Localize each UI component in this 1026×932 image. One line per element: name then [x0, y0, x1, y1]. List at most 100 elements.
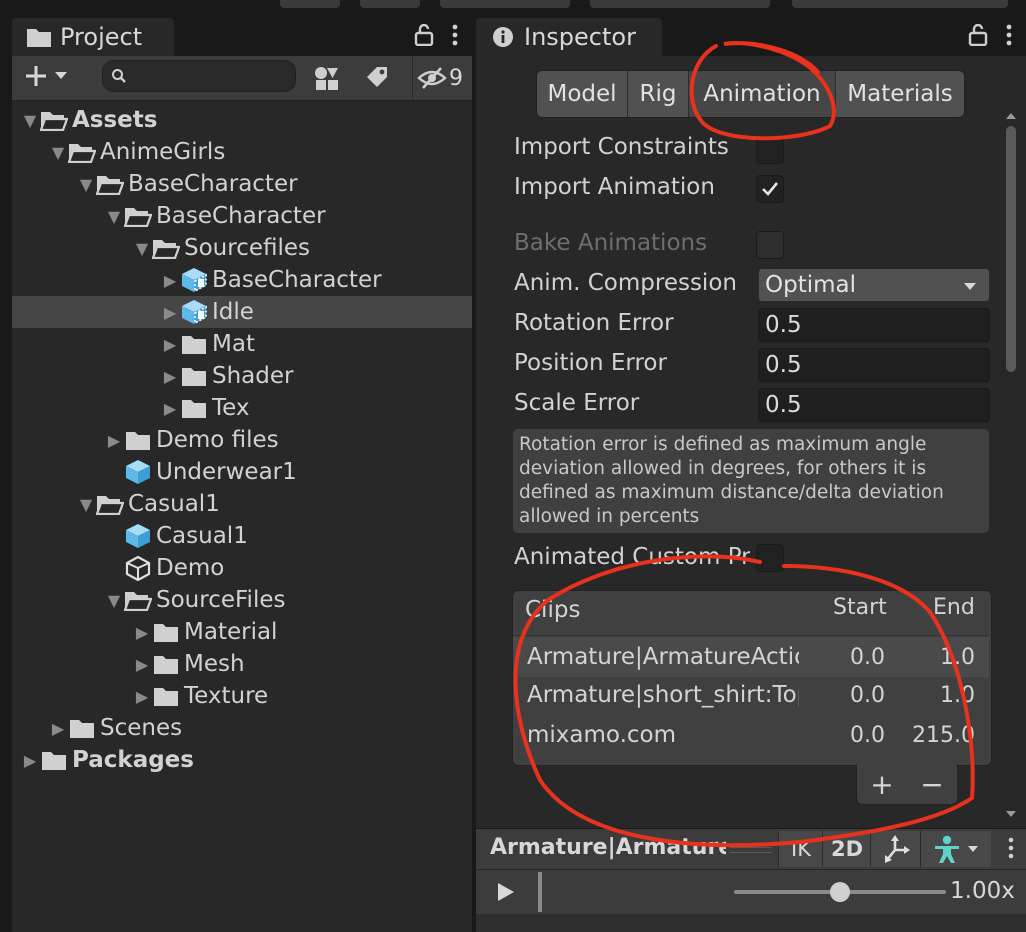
timeline-scrubber[interactable]	[538, 872, 542, 912]
import-settings-tabs: Model Rig Animation Materials	[536, 70, 965, 118]
play-button[interactable]	[478, 872, 534, 912]
scroll-down-icon[interactable]	[1005, 810, 1017, 818]
tree-item[interactable]: Demo	[12, 552, 472, 584]
kebab-menu-icon[interactable]	[1006, 24, 1012, 50]
create-plus-dropdown[interactable]	[24, 64, 68, 88]
tree-item[interactable]: ▼ AnimeGirls	[12, 136, 472, 168]
tree-item[interactable]: Underwear1	[12, 456, 472, 488]
filter-by-type-icon[interactable]	[312, 64, 340, 96]
collapsed-arrow-icon[interactable]: ▶	[160, 399, 180, 418]
move-pivot-icon	[885, 835, 910, 863]
folder-open-icon	[68, 139, 96, 165]
avatar-preview-dropdown[interactable]	[920, 831, 991, 867]
ik-toggle[interactable]: IK	[778, 831, 823, 867]
expanded-arrow-icon[interactable]: ▼	[48, 143, 68, 162]
pivot-toggle[interactable]	[870, 831, 921, 867]
tree-item[interactable]: ▶ Tex	[12, 392, 472, 424]
import-constraints-checkbox[interactable]	[756, 136, 784, 164]
filter-by-label-icon[interactable]	[364, 64, 390, 94]
rotation-error-label: Rotation Error	[514, 310, 674, 336]
tree-item[interactable]: ▶ Demo files	[12, 424, 472, 456]
tree-item[interactable]: ▼ Assets	[12, 104, 472, 136]
expanded-arrow-icon[interactable]: ▼	[76, 175, 96, 194]
clips-header: Clips Start End	[513, 591, 989, 629]
top-toolbar-button[interactable]	[590, 0, 770, 8]
collapsed-arrow-icon[interactable]: ▶	[132, 687, 152, 706]
tree-item-label: BaseCharacter	[212, 267, 382, 293]
tree-item[interactable]: ▶ Shader	[12, 360, 472, 392]
checkmark-icon	[762, 182, 779, 196]
expanded-arrow-icon[interactable]: ▼	[20, 111, 40, 130]
collapsed-arrow-icon[interactable]: ▶	[160, 335, 180, 354]
tree-item[interactable]: ▶ Material	[12, 616, 472, 648]
add-clip-button[interactable]: +	[870, 768, 893, 801]
search-input[interactable]	[102, 60, 296, 92]
tree-item[interactable]: ▶ Scenes	[12, 712, 472, 744]
folder-icon	[180, 363, 208, 389]
lock-icon[interactable]	[414, 23, 434, 50]
collapsed-arrow-icon[interactable]: ▶	[160, 271, 180, 290]
clip-row[interactable]: Armature|ArmatureActio 0.0 1.0	[513, 637, 989, 677]
clip-row[interactable]: Armature|short_shirt:Top 0.0 1.0	[513, 675, 989, 715]
speed-slider-knob[interactable]	[830, 882, 850, 902]
tab-inspector[interactable]: Inspector	[476, 18, 662, 56]
top-toolbar-button[interactable]	[440, 0, 570, 8]
folder-open-icon	[124, 203, 152, 229]
scroll-up-icon[interactable]	[1005, 112, 1017, 120]
position-error-field[interactable]: 0.5	[758, 348, 990, 382]
tab-model[interactable]: Model	[537, 71, 628, 117]
tree-item[interactable]: ▼ BaseCharacter	[12, 168, 472, 200]
playback-speed-slider[interactable]	[734, 882, 946, 902]
tab-project[interactable]: Project	[12, 18, 174, 56]
tree-item[interactable]: ▶ Mesh	[12, 648, 472, 680]
top-toolbar-button[interactable]	[280, 0, 340, 8]
tab-animation[interactable]: Animation	[689, 71, 836, 117]
tree-item[interactable]: ▼ BaseCharacter	[12, 200, 472, 232]
scrollbar-thumb[interactable]	[1006, 126, 1016, 372]
collapsed-arrow-icon[interactable]: ▶	[132, 623, 152, 642]
tree-item[interactable]: ▶ Texture	[12, 680, 472, 712]
tree-item[interactable]: ▼ Casual1	[12, 488, 472, 520]
inspector-scrollbar[interactable]	[1004, 113, 1018, 818]
collapsed-arrow-icon[interactable]: ▶	[104, 431, 124, 450]
import-animation-checkbox[interactable]	[756, 175, 784, 203]
tree-item[interactable]: ▼ Sourcefiles	[12, 232, 472, 264]
expanded-arrow-icon[interactable]: ▼	[132, 239, 152, 258]
collapsed-arrow-icon[interactable]: ▶	[160, 367, 180, 386]
prefab-cube-icon	[124, 523, 152, 549]
tree-item[interactable]: ▶ Idle	[12, 296, 472, 328]
inspector-tab-bar: Inspector	[476, 12, 1026, 56]
kebab-menu-icon[interactable]	[1008, 837, 1014, 863]
tab-rig[interactable]: Rig	[628, 71, 689, 117]
collapsed-arrow-icon[interactable]: ▶	[20, 751, 40, 770]
remove-clip-button[interactable]: −	[920, 768, 943, 801]
anim-compression-dropdown[interactable]: Optimal	[758, 268, 990, 302]
kebab-menu-icon[interactable]	[452, 24, 458, 50]
project-toolbar: 9	[12, 56, 472, 101]
expanded-arrow-icon[interactable]: ▼	[104, 591, 124, 610]
top-toolbar-button[interactable]	[792, 0, 1008, 8]
tree-item[interactable]: ▶ Mat	[12, 328, 472, 360]
top-toolbar-button[interactable]	[360, 0, 420, 8]
lock-icon[interactable]	[968, 23, 988, 50]
rotation-error-field[interactable]: 0.5	[758, 308, 990, 342]
clip-row[interactable]: mixamo.com 0.0 215.0	[513, 715, 989, 755]
editor-top-strip	[0, 0, 1026, 12]
tree-item[interactable]: Casual1	[12, 520, 472, 552]
project-panel: Project 9 ▼ Assets ▼ AnimeGirls ▼ BaseCh…	[12, 12, 472, 932]
tab-materials[interactable]: Materials	[836, 71, 964, 117]
collapsed-arrow-icon[interactable]: ▶	[48, 719, 68, 738]
collapsed-arrow-icon[interactable]: ▶	[160, 303, 180, 322]
tree-item[interactable]: ▼ SourceFiles	[12, 584, 472, 616]
expanded-arrow-icon[interactable]: ▼	[76, 495, 96, 514]
tree-item[interactable]: ▶ Packages	[12, 744, 472, 776]
2d-toggle[interactable]: 2D	[822, 831, 871, 867]
scale-error-label: Scale Error	[514, 390, 640, 416]
tree-item[interactable]: ▶ BaseCharacter	[12, 264, 472, 296]
hidden-packages-toggle[interactable]: 9	[412, 56, 463, 100]
expanded-arrow-icon[interactable]: ▼	[104, 207, 124, 226]
scale-error-field[interactable]: 0.5	[758, 388, 990, 422]
preview-viewport[interactable]	[476, 914, 1026, 932]
collapsed-arrow-icon[interactable]: ▶	[132, 655, 152, 674]
animated-custom-properties-checkbox[interactable]	[756, 544, 784, 572]
